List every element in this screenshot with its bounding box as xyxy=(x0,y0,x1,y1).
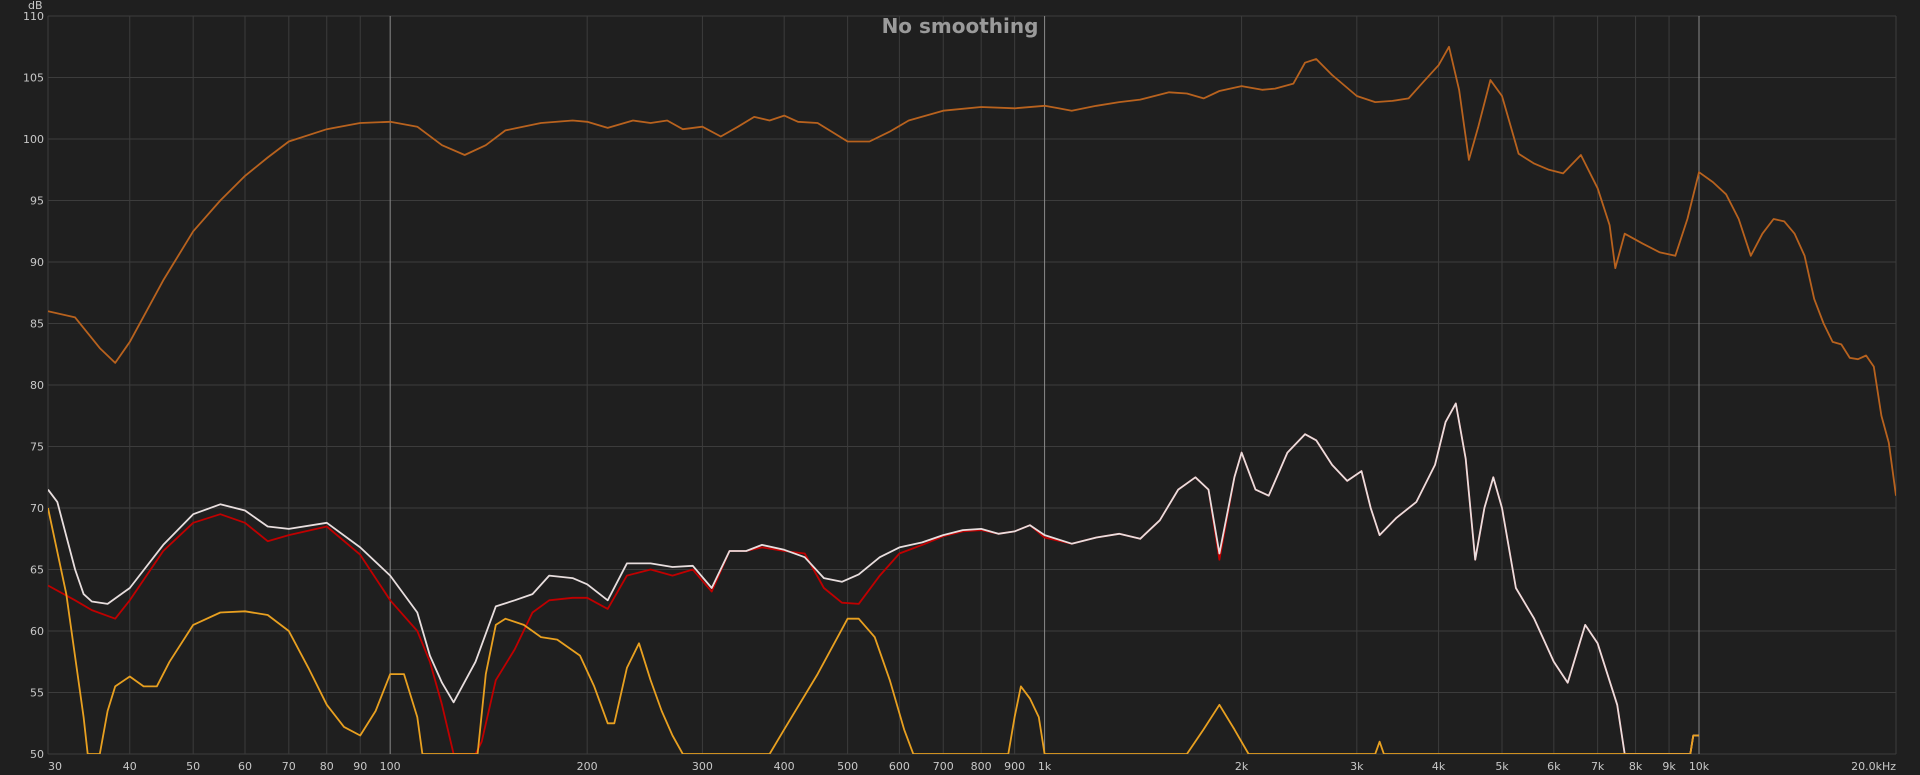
x-tick-label: 200 xyxy=(577,760,598,773)
x-tick-label: 60 xyxy=(238,760,252,773)
y-tick-label: 85 xyxy=(30,318,44,331)
x-tick-label: 50 xyxy=(186,760,200,773)
x-tick-label: 8k xyxy=(1629,760,1643,773)
x-tick-label: 5k xyxy=(1495,760,1509,773)
x-tick-label: 700 xyxy=(933,760,954,773)
x-tick-label: 2k xyxy=(1235,760,1249,773)
plot-background xyxy=(0,0,1920,775)
y-tick-label: 105 xyxy=(23,72,44,85)
y-tick-label: 95 xyxy=(30,195,44,208)
x-tick-label: 100 xyxy=(380,760,401,773)
x-tick-label: 9k xyxy=(1662,760,1676,773)
x-tick-label: 300 xyxy=(692,760,713,773)
x-tick-label: 1k xyxy=(1038,760,1052,773)
y-axis-label: dB xyxy=(28,0,43,12)
y-tick-label: 80 xyxy=(30,379,44,392)
y-tick-label: 65 xyxy=(30,564,44,577)
y-tick-label: 50 xyxy=(30,748,44,761)
x-tick-label: 400 xyxy=(774,760,795,773)
x-tick-label: 6k xyxy=(1547,760,1561,773)
x-tick-label: 70 xyxy=(282,760,296,773)
x-tick-label: 20.0kHz xyxy=(1851,760,1896,773)
x-tick-label: 500 xyxy=(837,760,858,773)
y-tick-label: 90 xyxy=(30,256,44,269)
x-tick-label: 10k xyxy=(1689,760,1710,773)
x-tick-label: 30 xyxy=(48,760,62,773)
y-tick-label: 60 xyxy=(30,625,44,638)
x-tick-label: 600 xyxy=(889,760,910,773)
x-tick-label: 40 xyxy=(123,760,137,773)
frequency-response-chart: 11010510095908580757065605550 30 40 50 60 70… xyxy=(0,0,1920,775)
x-tick-label: 90 xyxy=(353,760,367,773)
y-tick-label: 100 xyxy=(23,133,44,146)
y-tick-label: 75 xyxy=(30,441,44,454)
y-tick-label: 70 xyxy=(30,502,44,515)
chart-title: No smoothing xyxy=(882,14,1039,38)
x-tick-label: 900 xyxy=(1004,760,1025,773)
x-tick-label: 80 xyxy=(320,760,334,773)
x-tick-label: 3k xyxy=(1350,760,1364,773)
x-tick-label: 800 xyxy=(971,760,992,773)
x-tick-label: 4k xyxy=(1432,760,1446,773)
x-tick-label: 7k xyxy=(1591,760,1605,773)
y-tick-label: 55 xyxy=(30,687,44,700)
